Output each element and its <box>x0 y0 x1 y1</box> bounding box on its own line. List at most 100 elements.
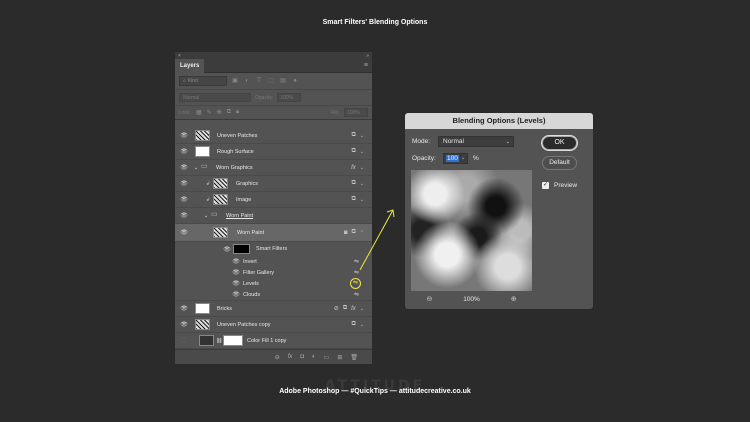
fx-icon[interactable]: fx <box>351 306 356 312</box>
filter-row-clouds[interactable]: 👁︎ Clouds ⇋ <box>175 289 372 301</box>
eye-icon[interactable]: 👁︎ <box>232 269 240 276</box>
annotation-arrow <box>359 209 395 271</box>
collapse-icon[interactable]: » <box>366 53 369 59</box>
zoom-in-icon[interactable]: ⊕ <box>511 295 517 303</box>
trash-icon[interactable]: 🗑︎ <box>350 354 358 361</box>
pixel-filter-icon[interactable]: ▣ <box>231 77 239 85</box>
fill-label: Fill: <box>331 109 339 116</box>
layer-name: Image <box>236 196 252 203</box>
layer-row-selected[interactable]: 👁︎ Worn Paint ◙ ⧉ ⌃ <box>175 224 372 242</box>
link-layers-icon[interactable]: ⊖ <box>275 354 280 361</box>
layer-thumbnail <box>213 194 228 205</box>
filter-row-invert[interactable]: 👁︎ Invert ⇋ <box>175 256 372 267</box>
type-filter-icon[interactable]: T <box>255 77 263 85</box>
layer-row[interactable]: 👁︎ Uneven Patches ⧉ ⌄ <box>175 128 372 144</box>
layer-thumbnail <box>195 303 210 314</box>
eye-icon[interactable]: 👁︎ <box>232 291 240 298</box>
adjustment-layer-icon[interactable]: ◐ <box>312 354 316 360</box>
eye-icon[interactable]: 👁︎ <box>180 196 188 203</box>
chevron-down-icon[interactable]: ⌄ <box>360 322 364 328</box>
layer-badges: ⧉ ⌄ <box>352 180 365 187</box>
eye-icon[interactable]: 👁︎ <box>180 148 188 155</box>
blending-options-icon-highlighted[interactable]: ⇋ <box>350 278 361 289</box>
eye-icon[interactable]: 👁︎ <box>180 132 188 139</box>
layer-row[interactable]: ▢ ⛓︎ Color Fill 1 copy <box>175 333 372 349</box>
layer-group-row[interactable]: 👁︎ ⌄ ▭ Worn Paint <box>175 208 372 224</box>
add-mask-icon[interactable]: ◘ <box>300 354 304 360</box>
mode-label: Mode: <box>412 138 431 145</box>
adjustment-filter-icon[interactable]: ◐ <box>243 77 251 85</box>
preview-checkbox[interactable]: ✓ <box>542 182 549 189</box>
smart-object-icon: ⧉ <box>342 305 348 311</box>
chain-icon: ⛓︎ <box>216 337 223 344</box>
smart-object-icon: ⧉ <box>351 321 356 327</box>
smart-object-icon: ⧉ <box>351 148 356 154</box>
eye-icon[interactable]: 👁︎ <box>180 212 188 219</box>
shape-filter-icon[interactable]: ⬚ <box>267 77 275 85</box>
fx-icon[interactable]: fx <box>351 165 356 171</box>
fill-input[interactable]: 100% <box>344 108 368 117</box>
new-layer-icon[interactable]: ⊞ <box>337 354 342 361</box>
eye-hidden-icon[interactable]: ▢ <box>180 337 188 344</box>
fx-icon[interactable]: fx <box>288 354 293 360</box>
layer-row[interactable]: 👁︎ ↲ Graphics ⧉ ⌄ <box>175 176 372 192</box>
mode-value: Normal <box>443 138 464 145</box>
clipping-arrow-icon: ↲ <box>206 180 211 187</box>
blending-options-icon[interactable]: ⇋ <box>354 291 359 298</box>
filter-toggle-icon[interactable]: ● <box>291 77 299 85</box>
layer-thumbnail <box>213 178 228 189</box>
ok-button[interactable]: OK <box>542 136 577 150</box>
eye-icon[interactable]: 👁︎ <box>223 246 231 253</box>
filter-row-gallery[interactable]: 👁︎ Filter Gallery ⇋ <box>175 267 372 278</box>
eye-icon[interactable]: 👁︎ <box>180 180 188 187</box>
filter-row-levels[interactable]: 👁︎ Levels ⇋ <box>175 278 372 289</box>
link-icon: ⊘ <box>333 306 339 312</box>
layer-thumbnail <box>195 130 210 141</box>
lock-all-icon[interactable]: 🔒︎ <box>236 109 239 116</box>
layer-list: 👁︎ Uneven Patches ⧉ ⌄ 👁︎ Rough Surface ⧉ ⌄… <box>175 128 372 349</box>
lock-artboard-icon[interactable]: ⧉ <box>227 109 231 116</box>
blend-mode-select[interactable]: Normal <box>179 93 251 102</box>
layer-group-row[interactable]: 👁︎ ⌄ ▭ Worn Graphics fx ⌄ <box>175 160 372 176</box>
layer-row[interactable]: 👁︎ Uneven Patches copy ⧉ ⌄ <box>175 317 372 333</box>
layer-name: Worn Paint <box>226 212 254 219</box>
zoom-out-icon[interactable]: ⊖ <box>426 295 432 303</box>
eye-icon[interactable]: 👁︎ <box>180 164 188 171</box>
chevron-down-icon[interactable]: ⌄ <box>360 133 364 139</box>
default-button[interactable]: Default <box>542 156 577 170</box>
new-group-icon[interactable]: ▭ <box>324 354 330 361</box>
mode-select[interactable]: Normal ⌄ <box>438 136 514 147</box>
chevron-down-icon[interactable]: ⌄ <box>360 165 364 171</box>
eye-icon[interactable]: 👁︎ <box>180 305 188 312</box>
eye-icon[interactable]: 👁︎ <box>232 258 240 265</box>
opacity-input[interactable]: 100% <box>277 93 302 102</box>
layer-badges: fx ⌄ <box>351 165 364 171</box>
expand-arrow-icon[interactable]: ⌄ <box>194 165 198 171</box>
eye-icon[interactable]: 👁︎ <box>180 321 188 328</box>
panel-menu-icon[interactable]: ≡ <box>364 62 368 69</box>
chevron-down-icon[interactable]: ⌄ <box>360 149 364 155</box>
layer-row[interactable]: 👁︎ Rough Surface ⧉ ⌄ <box>175 144 372 160</box>
layer-row[interactable]: 👁︎ ↲ Image ⧉ ⌄ <box>175 192 372 208</box>
expand-arrow-icon[interactable]: ⌄ <box>204 213 208 219</box>
layer-thumbnail <box>195 146 210 157</box>
lock-brush-icon[interactable]: ✎ <box>207 109 212 116</box>
tab-layers[interactable]: Layers <box>175 58 205 73</box>
smart-object-icon: ⧉ <box>351 180 356 186</box>
smart-filters-row[interactable]: 👁︎ Smart Filters <box>175 242 372 256</box>
lock-move-icon[interactable]: ✥ <box>217 109 222 116</box>
lock-transparent-icon[interactable]: ▦ <box>196 109 202 116</box>
layer-badges: ⧉ ⌄ <box>352 132 365 139</box>
blending-options-dialog: Blending Options (Levels) Mode: Normal ⌄… <box>404 112 594 310</box>
smart-object-filter-icon[interactable]: ▤ <box>279 77 287 85</box>
layer-badges: ⊘ ⧉ fx ⌄ <box>334 305 364 312</box>
kind-filter-select[interactable]: ⌕ Kind <box>179 76 227 86</box>
chevron-down-icon[interactable]: ⌄ <box>461 155 465 161</box>
chevron-down-icon[interactable]: ⌄ <box>360 306 364 312</box>
folder-icon: ▭ <box>211 211 218 218</box>
filter-row: ⌕ Kind ▣ ◐ T ⬚ ▤ ● <box>175 73 372 90</box>
chevron-down-icon[interactable]: ⌄ <box>360 181 364 187</box>
eye-icon[interactable]: 👁︎ <box>180 229 188 236</box>
layer-row[interactable]: 👁︎ Bricks ⊘ ⧉ fx ⌄ <box>175 301 372 317</box>
eye-icon[interactable]: 👁︎ <box>232 280 240 287</box>
